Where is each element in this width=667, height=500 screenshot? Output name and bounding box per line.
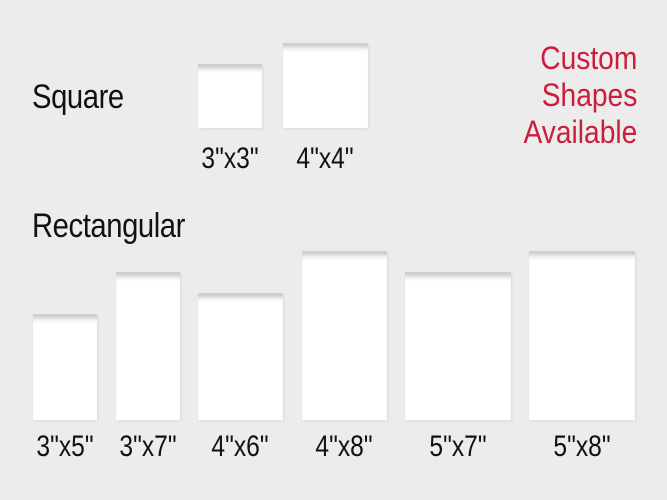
card-5x7: [405, 272, 511, 420]
size-label-3x5: 3"x5": [36, 430, 94, 463]
card-4x8: [302, 251, 387, 420]
card-5x8: [529, 251, 635, 420]
size-label-5x7: 5"x7": [429, 430, 487, 463]
custom-shapes-note: Custom Shapes Available: [508, 40, 637, 151]
size-label-4x8: 4"x8": [315, 430, 373, 463]
size-label-3x3: 3"x3": [201, 142, 259, 175]
size-label-3x7: 3"x7": [119, 430, 177, 463]
card-4x6: [198, 293, 283, 420]
card-3x3: [198, 64, 262, 128]
size-label-4x6: 4"x6": [211, 430, 269, 463]
square-heading: Square: [32, 78, 124, 116]
card-3x5: [33, 314, 97, 420]
custom-line-2: Shapes: [541, 77, 637, 113]
rectangular-heading: Rectangular: [32, 207, 185, 245]
size-label-4x4: 4"x4": [296, 142, 354, 175]
card-4x4: [283, 43, 368, 128]
size-label-5x8: 5"x8": [553, 430, 611, 463]
card-3x7: [116, 272, 180, 420]
custom-line-1: Custom: [539, 40, 637, 76]
custom-line-3: Available: [523, 114, 637, 150]
